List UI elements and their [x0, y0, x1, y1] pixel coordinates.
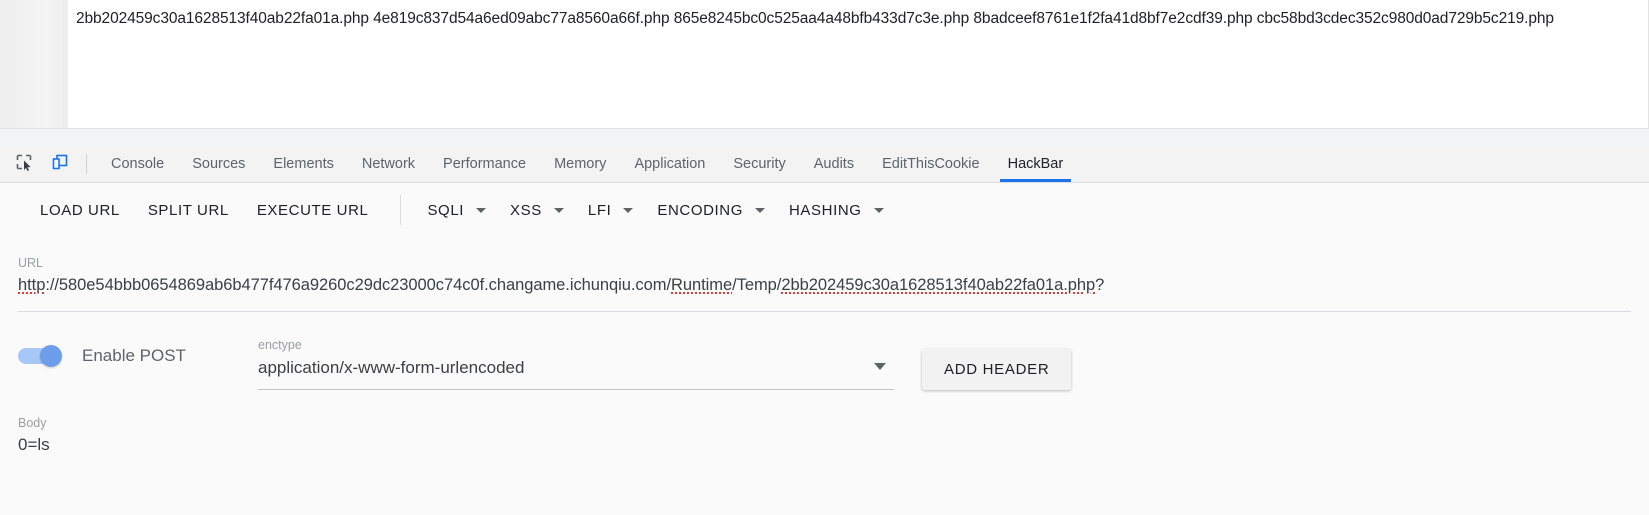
sqli-menu-label: SQLI	[427, 201, 465, 219]
add-header-button[interactable]: ADD HEADER	[922, 349, 1072, 390]
tab-performance[interactable]: Performance	[429, 146, 540, 182]
tab-console[interactable]: Console	[97, 146, 178, 182]
tab-editthiscookie[interactable]: EditThisCookie	[868, 146, 994, 182]
encoding-menu-label: ENCODING	[657, 201, 743, 219]
tabstrip-divider	[86, 154, 87, 174]
lfi-menu[interactable]: LFI	[576, 194, 645, 227]
hackbar-toolbar: LOAD URL SPLIT URL EXECUTE URL SQLI XSS …	[0, 183, 1649, 237]
page-content: 2bb202459c30a1628513f40ab22fa01a.php 4e8…	[68, 0, 1649, 128]
enctype-value: application/x-www-form-urlencoded	[258, 358, 525, 377]
enable-post-label: Enable POST	[82, 346, 186, 365]
url-query-marker: ?	[1095, 276, 1105, 294]
encoding-menu[interactable]: ENCODING	[645, 194, 777, 227]
tab-network[interactable]: Network	[348, 146, 429, 182]
chevron-down-icon	[623, 207, 634, 213]
execute-url-button[interactable]: EXECUTE URL	[243, 194, 383, 227]
url-host: ://580e54bbb0654869ab6b477f476a9260c29dc…	[45, 276, 671, 294]
hackbar-panel: LOAD URL SPLIT URL EXECUTE URL SQLI XSS …	[0, 183, 1649, 515]
load-url-button[interactable]: LOAD URL	[26, 194, 134, 227]
inspect-element-button[interactable]	[10, 150, 38, 178]
split-url-button[interactable]: SPLIT URL	[134, 194, 243, 227]
browser-window: 2bb202459c30a1628513f40ab22fa01a.php 4e8…	[0, 0, 1649, 515]
body-label: Body	[18, 416, 47, 430]
devtools-resize-bar[interactable]	[0, 128, 1649, 270]
toolbar-divider	[400, 195, 402, 225]
page-viewport: 2bb202459c30a1628513f40ab22fa01a.php 4e8…	[0, 0, 1649, 130]
chevron-down-icon	[873, 207, 884, 213]
tab-audits[interactable]: Audits	[800, 146, 868, 182]
url-path-file: 2bb202459c30a1628513f40ab22fa01a.php	[781, 276, 1096, 294]
tab-memory[interactable]: Memory	[540, 146, 620, 182]
devtools-tabstrip: Console Sources Elements Network Perform…	[0, 146, 1649, 183]
device-toolbar-icon	[51, 153, 69, 176]
chevron-down-icon	[553, 207, 564, 213]
body-input[interactable]: 0=ls	[18, 431, 1631, 459]
tab-elements[interactable]: Elements	[259, 146, 347, 182]
xss-menu-label: XSS	[510, 201, 542, 219]
tab-security[interactable]: Security	[719, 146, 799, 182]
enctype-label: enctype	[258, 338, 302, 352]
url-scheme: http	[18, 276, 46, 294]
chevron-down-icon	[755, 207, 765, 213]
page-left-gutter	[0, 0, 68, 130]
device-toolbar-button[interactable]	[46, 150, 74, 178]
tab-sources[interactable]: Sources	[178, 146, 259, 182]
enable-post-toggle[interactable]: Enable POST	[18, 345, 186, 367]
directory-listing-text: 2bb202459c30a1628513f40ab22fa01a.php 4e8…	[76, 10, 1554, 27]
xss-menu[interactable]: XSS	[498, 194, 576, 227]
enctype-underline	[258, 389, 894, 390]
sqli-menu[interactable]: SQLI	[415, 194, 498, 227]
tab-application[interactable]: Application	[620, 146, 719, 182]
hashing-menu[interactable]: HASHING	[777, 194, 896, 227]
lfi-menu-label: LFI	[587, 201, 612, 219]
url-field-group: URL http://580e54bbb0654869ab6b477f476a9…	[18, 255, 1631, 312]
body-field-group: Body 0=ls	[18, 415, 1631, 459]
url-label: URL	[18, 256, 44, 270]
enctype-select[interactable]: enctype application/x-www-form-urlencode…	[258, 337, 894, 390]
post-options-row: Enable POST enctype application/x-www-fo…	[0, 331, 1649, 391]
hashing-menu-label: HASHING	[789, 201, 862, 219]
url-path-runtime: Runtime	[671, 276, 733, 294]
chevron-down-icon	[476, 207, 487, 213]
tab-hackbar[interactable]: HackBar	[994, 146, 1078, 182]
chevron-down-icon[interactable]	[874, 363, 886, 370]
url-path-temp: /Temp/	[732, 276, 782, 294]
toggle-switch-icon	[18, 345, 66, 367]
inspect-element-icon	[15, 153, 33, 176]
url-input[interactable]: http://580e54bbb0654869ab6b477f476a9260c…	[18, 271, 1631, 299]
url-input-underline	[18, 311, 1631, 312]
